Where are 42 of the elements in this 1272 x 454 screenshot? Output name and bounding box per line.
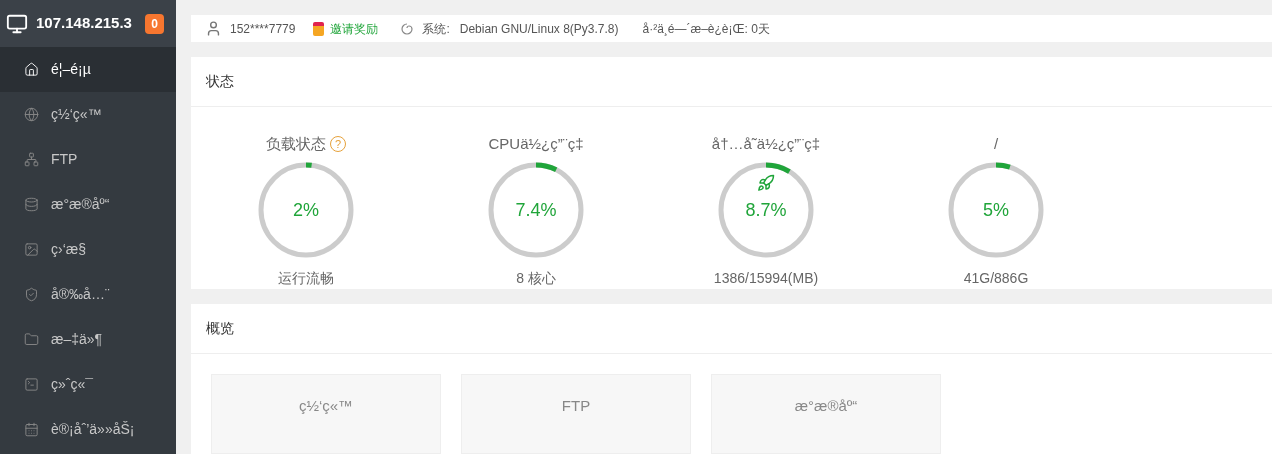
sidebar-item[interactable]: ç›‘æ§ [0,227,176,272]
calendar-icon [24,422,39,437]
user-icon [205,20,222,37]
database-icon [24,197,39,212]
sidebar-item[interactable]: æ–‡ä»¶ [0,317,176,362]
sidebar-item[interactable]: æ°æ®åº“ [0,182,176,227]
gauge-caption: 8 核心 [516,269,556,288]
gauge-value: 5% [983,198,1009,222]
sidebar-item[interactable]: é¦–é¡µ [0,47,176,92]
gauge-title: å†…å˜ä½¿ç”¨ç‡ [711,133,821,154]
gauge-caption: 1386/15994(MB) [713,269,819,288]
gift-icon [313,21,325,36]
gauge-value: 2% [293,198,319,222]
home-icon [24,62,39,77]
user-phone: 152****7779 [230,20,296,38]
shield-icon [24,287,39,302]
system-info: Debian GNU/Linux 8(Py3.7.8) [459,20,619,38]
gauge-title: 负载状态 [266,133,326,154]
panel-title: 概览 [206,319,234,338]
gauge-title: CPUä½¿ç”¨ç‡ [488,133,584,154]
sidebar-item[interactable]: å®‰å…¨ [0,272,176,317]
uptime-text: å·²ä¸é—´æ–è¿è¡Œ: 0天 [642,20,770,38]
sidebar-item[interactable]: è®¡åˆ’ä»»åŠ¡ [0,407,176,452]
sidebar-item[interactable]: FTP [0,137,176,182]
globe-icon [24,107,39,122]
folder-icon [24,332,39,347]
gauge-value: 8.7% [745,198,787,222]
server-address: 107.148.215.3 [36,13,133,34]
server-icon [6,12,28,35]
panel-title: 状态 [206,72,234,91]
gauge-caption: 41G/886G [963,269,1029,288]
sidebar-item[interactable]: ç½‘ç«™ [0,92,176,137]
gauge-title: / [993,133,999,154]
gauge-caption: 运行流畅 [278,269,334,288]
image-icon [24,242,39,257]
network-icon [24,152,39,167]
swirl-icon [400,21,415,36]
rocket-icon [757,174,775,192]
sidebar-item[interactable]: ç»ˆç«¯ [0,362,176,407]
terminal-icon [24,377,39,392]
system-label: 系统: [422,20,450,38]
gauge-value: 7.4% [515,198,557,222]
